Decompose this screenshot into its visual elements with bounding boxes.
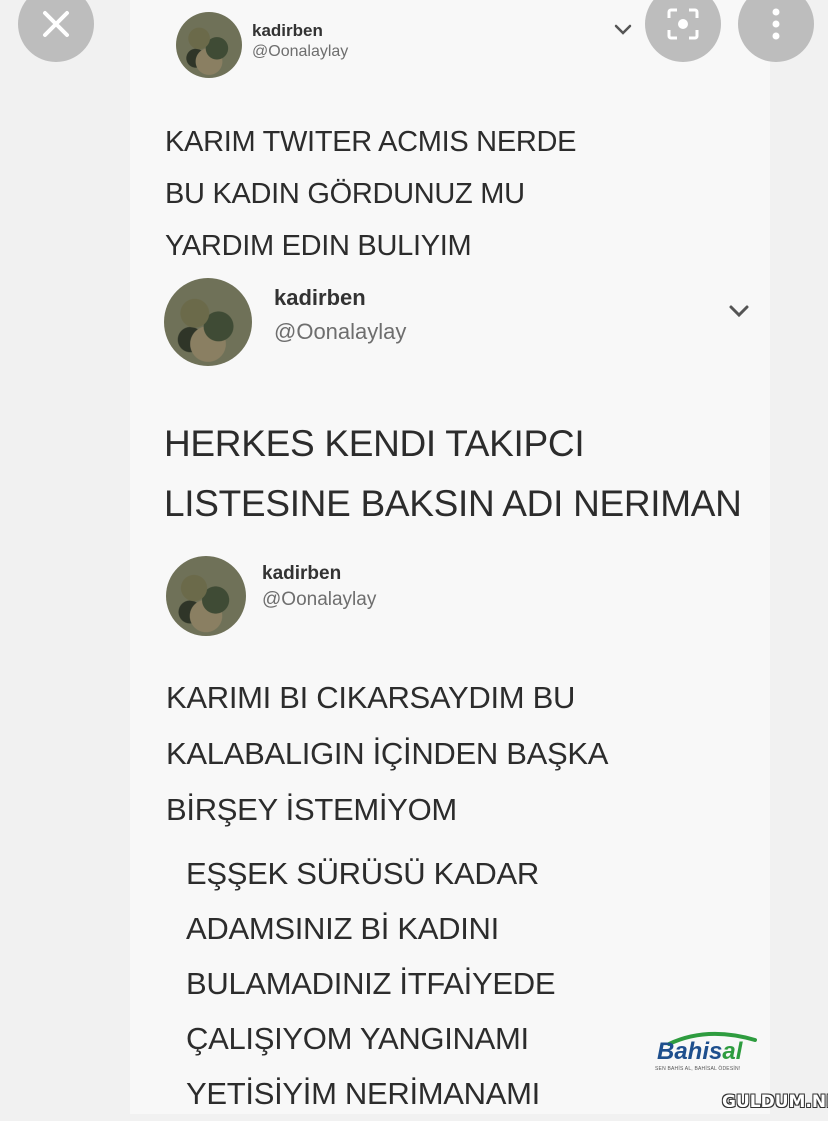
tweet-line: HERKES KENDI TAKIPCI bbox=[164, 423, 585, 464]
tweet-text: KARIMI BI CIKARSAYDIM BU KALABALIGIN İÇİ… bbox=[166, 670, 608, 838]
display-name[interactable]: kadirben bbox=[262, 563, 376, 585]
avatar[interactable] bbox=[164, 278, 252, 366]
tweet-line: KALABALIGIN İÇİNDEN BAŞKA bbox=[166, 736, 609, 771]
tweet-line: KARIMI BI CIKARSAYDIM BU bbox=[166, 680, 576, 715]
chevron-down-icon[interactable] bbox=[614, 24, 632, 36]
reply-line: YETİSİYİM NERİMANAMI bbox=[186, 1076, 540, 1111]
user-handle[interactable]: @Oonalaylay bbox=[274, 319, 406, 345]
tweet-text: KARIM TWITER ACMIS NERDE BU KADIN GÖRDUN… bbox=[165, 116, 577, 272]
avatar[interactable] bbox=[176, 12, 242, 78]
reply-line: ADAMSINIZ Bİ KADINI bbox=[186, 911, 499, 946]
tweet-header: kadirben @Oonalaylay bbox=[164, 278, 406, 366]
chevron-down-icon[interactable] bbox=[728, 304, 750, 318]
tweet-line: BU KADIN GÖRDUNUZ MU bbox=[165, 178, 525, 210]
site-watermark: GULDUM.NET bbox=[722, 1092, 828, 1112]
display-name[interactable]: kadirben bbox=[252, 21, 348, 41]
reply-line: BULAMADINIZ İTFAİYEDE bbox=[186, 966, 556, 1001]
tweet-line: YARDIM EDIN BULIYIM bbox=[165, 230, 472, 262]
display-name[interactable]: kadirben bbox=[274, 285, 406, 311]
close-icon bbox=[43, 11, 69, 37]
tweet-header: kadirben @Oonalaylay bbox=[166, 556, 376, 636]
bahisal-logo: Bahisal SEN BAHİS AL, BAHİSAL ÖDESİN! bbox=[645, 1030, 765, 1080]
logo-word-main: Bahis bbox=[657, 1038, 723, 1065]
tweet-line: KARIM TWITER ACMIS NERDE bbox=[165, 126, 577, 158]
tweet-header: kadirben @Oonalaylay bbox=[176, 12, 348, 78]
avatar[interactable] bbox=[166, 556, 246, 636]
user-handle[interactable]: @Oonalaylay bbox=[252, 43, 348, 61]
logo-word-accent: al bbox=[722, 1038, 743, 1065]
user-handle[interactable]: @Oonalaylay bbox=[262, 589, 376, 611]
reply-text: EŞŞEK SÜRÜSÜ KADAR ADAMSINIZ Bİ KADINI B… bbox=[186, 846, 556, 1121]
close-button[interactable] bbox=[18, 0, 94, 62]
reply-line: EŞŞEK SÜRÜSÜ KADAR bbox=[186, 856, 539, 891]
reply-line: ÇALIŞIYOM YANGINAMI bbox=[186, 1021, 529, 1056]
more-vertical-icon bbox=[772, 8, 780, 40]
logo-tagline: SEN BAHİS AL, BAHİSAL ÖDESİN! bbox=[655, 1066, 741, 1072]
tweet-line: LISTESINE BAKSIN ADI NERIMAN bbox=[164, 483, 742, 524]
tweet-text: HERKES KENDI TAKIPCI LISTESINE BAKSIN AD… bbox=[164, 414, 742, 534]
tweet-line: BİRŞEY İSTEMİYOM bbox=[166, 792, 457, 827]
lens-search-icon bbox=[667, 8, 699, 40]
